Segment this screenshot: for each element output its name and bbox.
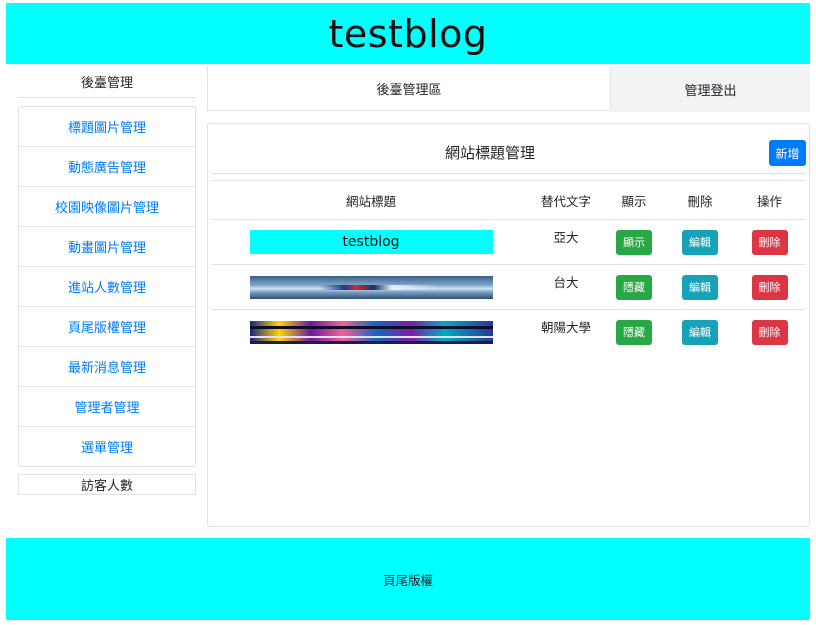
delete-button[interactable]: 刪除 bbox=[751, 319, 788, 345]
site-header: testblog bbox=[6, 3, 810, 64]
column-header-title: 網站標題 bbox=[212, 180, 530, 220]
sidebar-item-visitor-count[interactable]: 進站人數管理 bbox=[19, 267, 195, 307]
add-button[interactable]: 新增 bbox=[769, 140, 806, 166]
sidebar-item-campus-images[interactable]: 校園映像圖片管理 bbox=[19, 187, 195, 227]
title-image-cell: testblog bbox=[212, 219, 530, 265]
delete-button[interactable]: 刪除 bbox=[751, 274, 788, 300]
column-header-show: 顯示 bbox=[602, 180, 666, 220]
alt-text: 台大 bbox=[553, 274, 579, 290]
panel-title: 網站標題管理 bbox=[444, 144, 535, 162]
table-header-row: 網站標題 替代文字 顯示 刪除 操作 bbox=[212, 180, 805, 220]
logout-button[interactable]: 管理登出 bbox=[611, 66, 810, 112]
show-toggle-button[interactable]: 隱藏 bbox=[616, 274, 652, 300]
table-row: 朝陽大學 隱藏 編輯 刪除 bbox=[212, 309, 805, 354]
sidebar-menu: 標題圖片管理 動態廣告管理 校園映像圖片管理 動畫圖片管理 進站人數管理 頁尾版… bbox=[18, 106, 196, 467]
site-footer: 頁尾版權 bbox=[6, 538, 810, 620]
delete-cell: 刪除 bbox=[734, 264, 805, 310]
title-image bbox=[249, 275, 493, 299]
show-cell: 隱藏 bbox=[602, 264, 666, 310]
edit-cell: 編輯 bbox=[666, 264, 734, 310]
content-panel: 網站標題管理 新增 網站標題 替代文字 顯示 刪除 操作 testblog 亞大… bbox=[207, 123, 810, 527]
alt-text: 亞大 bbox=[553, 229, 579, 245]
show-cell: 隱藏 bbox=[602, 309, 666, 354]
column-header-actions: 操作 bbox=[734, 180, 805, 220]
site-title: testblog bbox=[328, 11, 488, 56]
edit-cell: 編輯 bbox=[666, 309, 734, 354]
alt-text-cell: 亞大 bbox=[530, 219, 602, 265]
divider bbox=[212, 173, 805, 174]
edit-button[interactable]: 編輯 bbox=[682, 229, 718, 255]
sidebar-item-footer[interactable]: 頁尾版權管理 bbox=[19, 307, 195, 347]
sidebar: 後臺管理 標題圖片管理 動態廣告管理 校園映像圖片管理 動畫圖片管理 進站人數管… bbox=[18, 66, 196, 495]
top-nav: 後臺管理區 管理登出 bbox=[207, 66, 810, 112]
alt-text: 朝陽大學 bbox=[540, 319, 591, 335]
banner-graphic bbox=[319, 284, 440, 290]
sidebar-item-title-images[interactable]: 標題圖片管理 bbox=[19, 107, 195, 147]
sidebar-item-menus[interactable]: 選單管理 bbox=[19, 427, 195, 466]
banner-graphic bbox=[249, 340, 493, 344]
edit-button[interactable]: 編輯 bbox=[682, 274, 718, 300]
show-toggle-button[interactable]: 隱藏 bbox=[616, 319, 652, 345]
show-cell: 顯示 bbox=[602, 219, 666, 265]
sidebar-item-ads[interactable]: 動態廣告管理 bbox=[19, 147, 195, 187]
alt-text-cell: 台大 bbox=[530, 264, 602, 310]
visitor-count-box: 訪客人數 bbox=[18, 474, 196, 495]
title-image bbox=[249, 320, 493, 344]
delete-button[interactable]: 刪除 bbox=[751, 229, 788, 255]
banner-graphic bbox=[249, 335, 493, 338]
show-toggle-button[interactable]: 顯示 bbox=[616, 229, 652, 255]
column-header-alt: 替代文字 bbox=[530, 180, 602, 220]
banner-graphic bbox=[249, 325, 493, 329]
admin-area-label: 後臺管理區 bbox=[207, 66, 611, 111]
title-image-cell bbox=[212, 309, 530, 354]
footer-copyright: 頁尾版權 bbox=[382, 572, 433, 588]
table-row: testblog 亞大 顯示 編輯 刪除 bbox=[212, 219, 805, 265]
title-image-cell bbox=[212, 264, 530, 310]
alt-text-cell: 朝陽大學 bbox=[530, 309, 602, 354]
delete-cell: 刪除 bbox=[734, 309, 805, 354]
title-image: testblog bbox=[249, 230, 493, 254]
title-image-text: testblog bbox=[342, 234, 400, 250]
table-row: 台大 隱藏 編輯 刪除 bbox=[212, 264, 805, 310]
edit-cell: 編輯 bbox=[666, 219, 734, 265]
delete-cell: 刪除 bbox=[734, 219, 805, 265]
edit-button[interactable]: 編輯 bbox=[682, 319, 718, 345]
sidebar-item-animations[interactable]: 動畫圖片管理 bbox=[19, 227, 195, 267]
column-header-delete: 刪除 bbox=[666, 180, 734, 220]
sidebar-item-news[interactable]: 最新消息管理 bbox=[19, 347, 195, 387]
title-table: 網站標題 替代文字 顯示 刪除 操作 testblog 亞大 顯示 編輯 刪除 bbox=[212, 180, 805, 354]
sidebar-item-admins[interactable]: 管理者管理 bbox=[19, 387, 195, 427]
sidebar-heading: 後臺管理 bbox=[18, 66, 196, 98]
